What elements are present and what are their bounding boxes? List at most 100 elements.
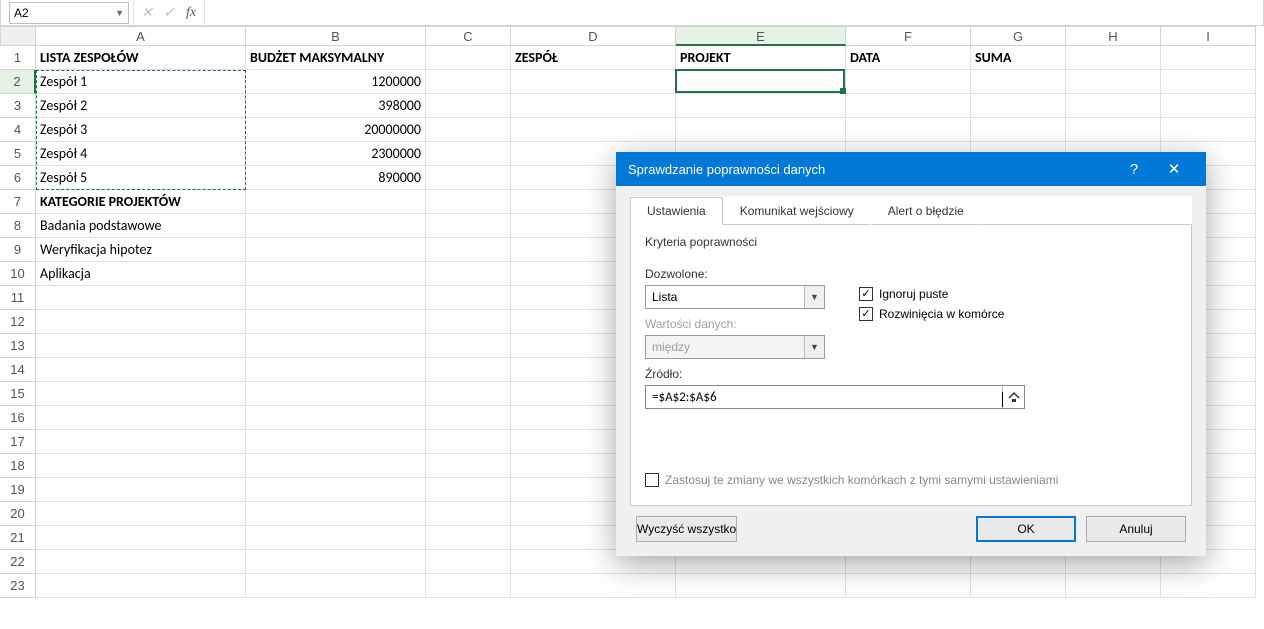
cell-C13[interactable] <box>426 334 511 358</box>
source-input[interactable]: =$A$2:$A$6 <box>645 385 1025 409</box>
cell-F4[interactable] <box>846 118 971 142</box>
cell-A3[interactable]: Zespół 2 <box>36 94 246 118</box>
row-header-21[interactable]: 21 <box>0 526 36 550</box>
cell-H3[interactable] <box>1066 94 1161 118</box>
cell-F3[interactable] <box>846 94 971 118</box>
cell-B4[interactable]: 20000000 <box>246 118 426 142</box>
ignore-blank-checkbox[interactable]: ✓ Ignoruj puste <box>859 287 1004 301</box>
row-header-18[interactable]: 18 <box>0 454 36 478</box>
cell-C20[interactable] <box>426 502 511 526</box>
row-header-22[interactable]: 22 <box>0 550 36 574</box>
column-header-G[interactable]: G <box>971 26 1066 46</box>
cell-C6[interactable] <box>426 166 511 190</box>
row-header-19[interactable]: 19 <box>0 478 36 502</box>
cell-G1[interactable]: SUMA <box>971 46 1066 70</box>
help-button[interactable]: ? <box>1114 152 1154 186</box>
column-header-I[interactable]: I <box>1161 26 1256 46</box>
cell-D23[interactable] <box>511 574 676 598</box>
cell-B14[interactable] <box>246 358 426 382</box>
cell-B8[interactable] <box>246 214 426 238</box>
row-header-9[interactable]: 9 <box>0 238 36 262</box>
cell-C14[interactable] <box>426 358 511 382</box>
cell-D3[interactable] <box>511 94 676 118</box>
cell-B6[interactable]: 890000 <box>246 166 426 190</box>
cell-F23[interactable] <box>846 574 971 598</box>
row-header-12[interactable]: 12 <box>0 310 36 334</box>
close-icon[interactable]: ✕ <box>1154 152 1194 186</box>
row-header-3[interactable]: 3 <box>0 94 36 118</box>
row-header-5[interactable]: 5 <box>0 142 36 166</box>
row-header-1[interactable]: 1 <box>0 46 36 70</box>
column-header-C[interactable]: C <box>426 26 511 46</box>
cell-H23[interactable] <box>1066 574 1161 598</box>
cell-A10[interactable]: Aplikacja <box>36 262 246 286</box>
cell-A12[interactable] <box>36 310 246 334</box>
cell-H2[interactable] <box>1066 70 1161 94</box>
row-header-16[interactable]: 16 <box>0 406 36 430</box>
chevron-down-icon[interactable]: ▼ <box>115 8 124 18</box>
cell-G3[interactable] <box>971 94 1066 118</box>
cell-A6[interactable]: Zespół 5 <box>36 166 246 190</box>
cell-B16[interactable] <box>246 406 426 430</box>
cell-A7[interactable]: KATEGORIE PROJEKTÓW <box>36 190 246 214</box>
cell-A23[interactable] <box>36 574 246 598</box>
cell-I1[interactable] <box>1161 46 1256 70</box>
cell-C21[interactable] <box>426 526 511 550</box>
cell-C16[interactable] <box>426 406 511 430</box>
column-header-A[interactable]: A <box>36 26 246 46</box>
cell-C22[interactable] <box>426 550 511 574</box>
cell-A2[interactable]: Zespół 1 <box>36 70 246 94</box>
cell-D2[interactable] <box>511 70 676 94</box>
cell-B11[interactable] <box>246 286 426 310</box>
cell-A1[interactable]: LISTA ZESPOŁÓW <box>36 46 246 70</box>
column-header-B[interactable]: B <box>246 26 426 46</box>
cell-A4[interactable]: Zespół 3 <box>36 118 246 142</box>
cell-A17[interactable] <box>36 430 246 454</box>
cell-B12[interactable] <box>246 310 426 334</box>
column-header-H[interactable]: H <box>1066 26 1161 46</box>
row-header-2[interactable]: 2 <box>0 70 36 94</box>
range-picker-icon[interactable] <box>1002 386 1024 408</box>
tab-settings[interactable]: Ustawienia <box>630 197 723 225</box>
in-cell-dropdown-checkbox[interactable]: ✓ Rozwinięcia w komórce <box>859 307 1004 321</box>
cell-H4[interactable] <box>1066 118 1161 142</box>
cell-A5[interactable]: Zespół 4 <box>36 142 246 166</box>
cell-C17[interactable] <box>426 430 511 454</box>
cell-G4[interactable] <box>971 118 1066 142</box>
cell-E23[interactable] <box>676 574 846 598</box>
cell-C12[interactable] <box>426 310 511 334</box>
cell-I4[interactable] <box>1161 118 1256 142</box>
cell-C23[interactable] <box>426 574 511 598</box>
cell-C5[interactable] <box>426 142 511 166</box>
ok-button[interactable]: OK <box>976 516 1076 542</box>
column-header-D[interactable]: D <box>511 26 676 46</box>
cell-A16[interactable] <box>36 406 246 430</box>
row-header-14[interactable]: 14 <box>0 358 36 382</box>
cell-B23[interactable] <box>246 574 426 598</box>
cell-B21[interactable] <box>246 526 426 550</box>
row-header-20[interactable]: 20 <box>0 502 36 526</box>
cell-B19[interactable] <box>246 478 426 502</box>
column-header-E[interactable]: E <box>676 26 846 46</box>
cell-C18[interactable] <box>426 454 511 478</box>
row-header-7[interactable]: 7 <box>0 190 36 214</box>
row-header-4[interactable]: 4 <box>0 118 36 142</box>
cell-B5[interactable]: 2300000 <box>246 142 426 166</box>
cell-C8[interactable] <box>426 214 511 238</box>
cell-D1[interactable]: ZESPÓŁ <box>511 46 676 70</box>
cell-E2[interactable] <box>676 70 846 94</box>
cell-A22[interactable] <box>36 550 246 574</box>
cell-I2[interactable] <box>1161 70 1256 94</box>
dialog-titlebar[interactable]: Sprawdzanie poprawności danych ? ✕ <box>616 152 1206 186</box>
cell-B1[interactable]: BUDŻET MAKSYMALNY <box>246 46 426 70</box>
cell-F2[interactable] <box>846 70 971 94</box>
cell-A21[interactable] <box>36 526 246 550</box>
cell-C10[interactable] <box>426 262 511 286</box>
cell-B7[interactable] <box>246 190 426 214</box>
cell-A14[interactable] <box>36 358 246 382</box>
cell-B22[interactable] <box>246 550 426 574</box>
cell-B17[interactable] <box>246 430 426 454</box>
cell-A19[interactable] <box>36 478 246 502</box>
cell-B2[interactable]: 1200000 <box>246 70 426 94</box>
cell-C11[interactable] <box>426 286 511 310</box>
